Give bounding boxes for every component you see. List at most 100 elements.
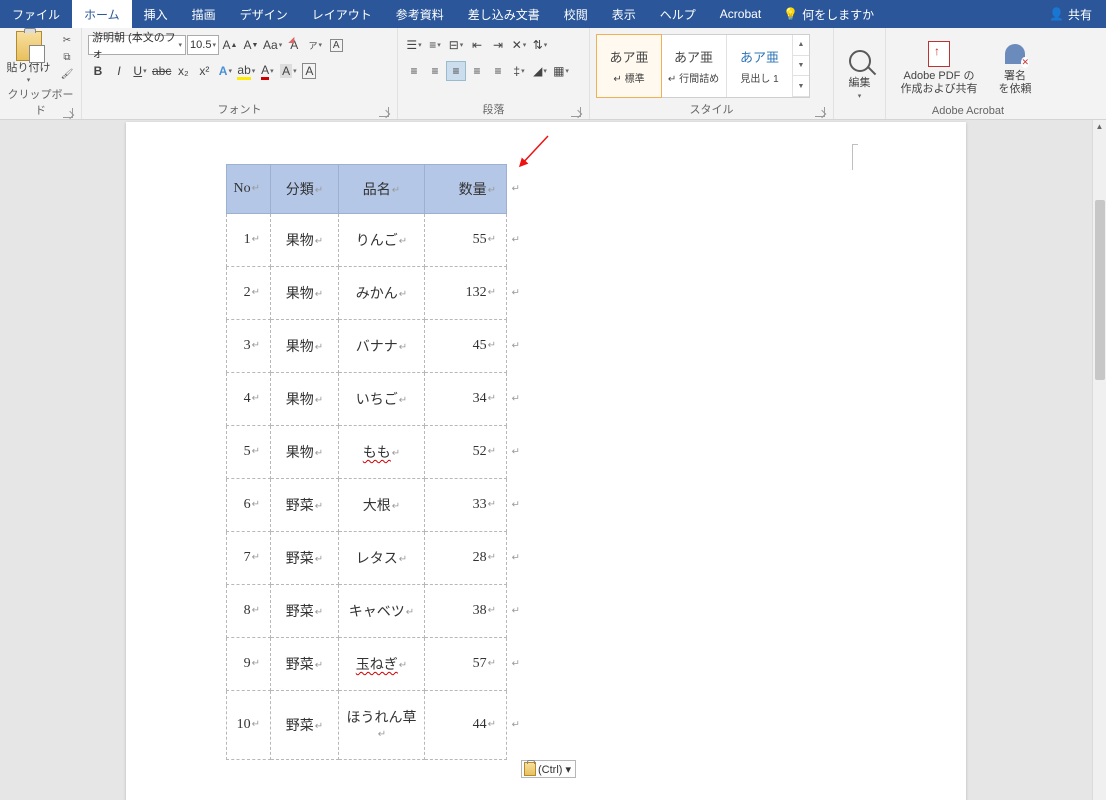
vertical-scrollbar[interactable]: ▲ [1092,120,1106,800]
distributed-button[interactable]: ≡ [488,61,508,81]
increase-indent-button[interactable]: ⇥ [488,35,508,55]
table-row[interactable]: 3果物バナナ45↵ [227,320,507,373]
borders-button[interactable]: ▦ [551,61,571,81]
table-row[interactable]: 4果物いちご34↵ [227,373,507,426]
tab-help[interactable]: ヘルプ [648,0,708,28]
style-name-nospacing: 行間詰め [679,74,719,85]
styles-scroll-up[interactable]: ▲ [793,35,809,56]
align-left-button[interactable]: ≡ [404,61,424,81]
copy-button[interactable]: ⧉ [59,49,75,65]
tab-references[interactable]: 参考資料 [384,0,456,28]
table-row[interactable]: 10野菜ほうれん草44↵ [227,691,507,760]
clipboard-launcher[interactable] [63,108,73,118]
line-spacing-button[interactable]: ‡ [509,61,529,81]
decrease-indent-button[interactable]: ⇤ [467,35,487,55]
paste-button[interactable]: 貼り付け ▾ [6,32,51,84]
character-border-button[interactable]: A [299,61,319,81]
create-pdf-button[interactable]: Adobe PDF の 作成および共有 [892,32,986,103]
editing-button[interactable]: 編集 ▾ [840,32,879,115]
styles-more[interactable]: ▼ [793,76,809,97]
italic-button[interactable]: I [109,61,129,81]
paragraph-launcher[interactable] [571,107,581,117]
style-name-heading1: 見出し 1 [740,74,778,85]
table-row[interactable]: 8野菜キャベツ38↵ [227,585,507,638]
align-right-button[interactable]: ≡ [446,61,466,81]
style-normal[interactable]: あア亜 ↵ 標準 [596,34,662,98]
font-size-combo[interactable]: 10.5 [187,35,219,55]
person-icon: 👤 [1049,7,1064,21]
justify-button[interactable]: ≡ [467,61,487,81]
phonetic-guide-button[interactable]: ア [305,35,325,55]
style-heading1[interactable]: あア亜 見出し 1 [727,35,793,97]
bold-button[interactable]: B [88,61,108,81]
style-name-normal: 標準 [625,74,645,85]
tab-view[interactable]: 表示 [600,0,648,28]
paragraph-group-label: 段落 [483,104,505,116]
styles-gallery[interactable]: あア亜 ↵ 標準 あア亜 ↵ 行間詰め あア亜 見出し 1 ▲ ▼ ▼ [596,34,810,98]
paste-options-smarttag[interactable]: (Ctrl) ▾ [521,760,576,778]
table-row[interactable]: 9野菜玉ねぎ57↵ [227,638,507,691]
clipboard-icon [16,31,42,61]
create-pdf-label: Adobe PDF の 作成および共有 [901,70,978,94]
tab-insert[interactable]: 挿入 [132,0,180,28]
scroll-thumb[interactable] [1095,200,1105,380]
strikethrough-button[interactable]: abc [151,61,172,81]
lightbulb-icon: 💡 [783,7,798,21]
tab-review[interactable]: 校閲 [552,0,600,28]
group-styles: あア亜 ↵ 標準 あア亜 ↵ 行間詰め あア亜 見出し 1 ▲ ▼ ▼ スタイル [590,28,834,119]
signature-label: 署名 を依頼 [999,70,1032,94]
header-qty: 数量 [459,183,496,198]
table-row[interactable]: 6野菜大根33↵ [227,479,507,532]
align-center-button[interactable]: ≡ [425,61,445,81]
shading-button[interactable]: ◢ [530,61,550,81]
text-effects-button[interactable]: A [215,61,235,81]
font-group-label: フォント [218,104,262,116]
change-case-button[interactable]: Aa [262,35,283,55]
tab-acrobat[interactable]: Acrobat [708,0,773,28]
multilevel-list-button[interactable]: ⊟ [446,35,466,55]
clear-formatting-button[interactable]: A◢ [284,35,304,55]
enclose-characters-button[interactable]: A [326,35,346,55]
clipboard-icon [524,762,536,776]
page[interactable]: No 分類 品名 数量↵ 1果物りんご55↵2果物みかん132↵3果物バナナ45… [126,122,966,800]
highlight-button[interactable]: ab [236,61,256,81]
tab-file[interactable]: ファイル [0,0,72,28]
group-clipboard: 貼り付け ▾ ✂ ⧉ 🖌 クリップボード [0,28,82,119]
character-shading-button[interactable]: A [278,61,298,81]
request-signature-button[interactable]: 署名 を依頼 [990,32,1040,103]
paste-tag-label: (Ctrl) ▾ [538,763,571,776]
tell-me-search[interactable]: 💡 何をしますか [773,0,884,28]
bullets-button[interactable]: ☰ [404,35,424,55]
tab-mailings[interactable]: 差し込み文書 [456,0,552,28]
format-painter-button[interactable]: 🖌 [59,66,75,82]
tab-home[interactable]: ホーム [72,0,132,28]
sort-button[interactable]: ⇅ [530,35,550,55]
tab-layout[interactable]: レイアウト [300,0,384,28]
table-row[interactable]: 2果物みかん132↵ [227,267,507,320]
asian-layout-button[interactable]: ✕ [509,35,529,55]
style-nospacing[interactable]: あア亜 ↵ 行間詰め [661,35,727,97]
group-acrobat: Adobe PDF の 作成および共有 署名 を依頼 Adobe Acrobat [886,28,1050,119]
numbering-button[interactable]: ≡ [425,35,445,55]
cut-button[interactable]: ✂ [59,32,75,48]
subscript-button[interactable]: x₂ [173,61,193,81]
data-table[interactable]: No 分類 品名 数量↵ 1果物りんご55↵2果物みかん132↵3果物バナナ45… [226,164,507,760]
tab-design[interactable]: デザイン [228,0,300,28]
superscript-button[interactable]: x² [194,61,214,81]
header-name: 品名 [363,183,400,198]
tab-draw[interactable]: 描画 [180,0,228,28]
table-row[interactable]: 7野菜レタス28↵ [227,532,507,585]
font-color-button[interactable]: A [257,61,277,81]
font-launcher[interactable] [379,107,389,117]
styles-launcher[interactable] [815,107,825,117]
table-row[interactable]: 1果物りんご55↵ [227,214,507,267]
styles-scroll-down[interactable]: ▼ [793,56,809,77]
share-button[interactable]: 👤 共有 [1035,0,1106,28]
underline-button[interactable]: U [130,61,150,81]
font-name-combo[interactable]: 游明朝 (本文のフォ [88,35,186,55]
table-row[interactable]: 5果物もも52↵ [227,426,507,479]
grow-font-button[interactable]: A▲ [220,35,240,55]
shrink-font-button[interactable]: A▼ [241,35,261,55]
scroll-up-button[interactable]: ▲ [1093,120,1106,134]
acrobat-group-label: Adobe Acrobat [932,105,1004,117]
